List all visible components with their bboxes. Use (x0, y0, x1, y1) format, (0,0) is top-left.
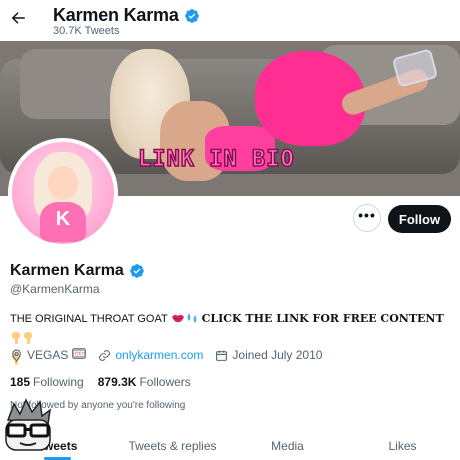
follow-button[interactable]: Follow (388, 205, 451, 233)
location-text: VEGAS (27, 348, 69, 362)
followers-link[interactable]: 879.3K Followers (98, 375, 191, 389)
profile-avatar[interactable]: K (8, 138, 118, 248)
profile-tabs: Tweets Tweets & replies Media Likes (0, 433, 460, 460)
tab-label: Tweets & replies (128, 439, 217, 453)
verified-badge-icon (184, 8, 199, 23)
lips-emoji-icon (171, 312, 185, 331)
calendar-icon (216, 350, 228, 361)
profile-handle: @KarmenKarma (10, 282, 100, 296)
following-label: Following (33, 375, 84, 389)
verified-badge-icon (129, 264, 144, 278)
website-link[interactable]: onlykarmen.com (115, 348, 203, 362)
joined-date: Joined July 2010 (215, 348, 322, 362)
more-options-button[interactable]: ••• (353, 204, 381, 232)
tweet-count: 30.7K Tweets (53, 25, 120, 37)
tab-label: Likes (388, 439, 417, 453)
header-name: Karmen Karma (53, 5, 179, 25)
profile-name: Karmen Karma (10, 262, 124, 279)
back-button[interactable] (6, 6, 30, 30)
tab-label: Media (271, 439, 304, 453)
arrow-left-icon (11, 12, 25, 24)
website: onlykarmen.com (98, 348, 203, 362)
tab-media[interactable]: Media (230, 433, 345, 460)
header-name-row: Karmen Karma (53, 5, 200, 26)
tab-likes[interactable]: Likes (345, 433, 460, 460)
svg-text:7: 7 (82, 351, 85, 356)
top-bar: Karmen Karma 30.7K Tweets (0, 0, 460, 41)
profile-bio: THE ORIGINAL THROAT GOAT CLICK THE LINK … (10, 309, 450, 373)
followers-count: 879.3K (97, 375, 137, 389)
sweat-droplets-emoji-icon (185, 312, 199, 331)
avatar-face (48, 166, 78, 200)
avatar-logo-icon: K (55, 208, 71, 230)
following-count: 185 (10, 375, 31, 389)
following-link[interactable]: 185 Following (10, 375, 84, 389)
joined-text: Joined July 2010 (232, 348, 323, 362)
follow-stats: 185 Following 879.3K Followers (10, 375, 205, 389)
bio-cta: CLICK THE LINK FOR FREE CONTENT (201, 312, 444, 325)
banner-overlay-text: LINK IN BIO (137, 146, 295, 173)
watermark-mascot-icon (0, 398, 58, 454)
link-icon (99, 349, 111, 361)
tab-tweets-replies[interactable]: Tweets & replies (115, 433, 230, 460)
bio-text: THE ORIGINAL THROAT GOAT (10, 313, 168, 325)
more-dots-icon: ••• (358, 207, 376, 223)
followers-label: Followers (139, 375, 191, 389)
location: VEGAS 777 (10, 348, 87, 362)
location-pin-icon (12, 349, 21, 362)
profile-meta: VEGAS 777 onlykarmen.com Joined July 201… (10, 348, 334, 362)
profile-name-row: Karmen Karma (10, 262, 145, 280)
slot-machine-emoji-icon: 777 (72, 348, 87, 362)
